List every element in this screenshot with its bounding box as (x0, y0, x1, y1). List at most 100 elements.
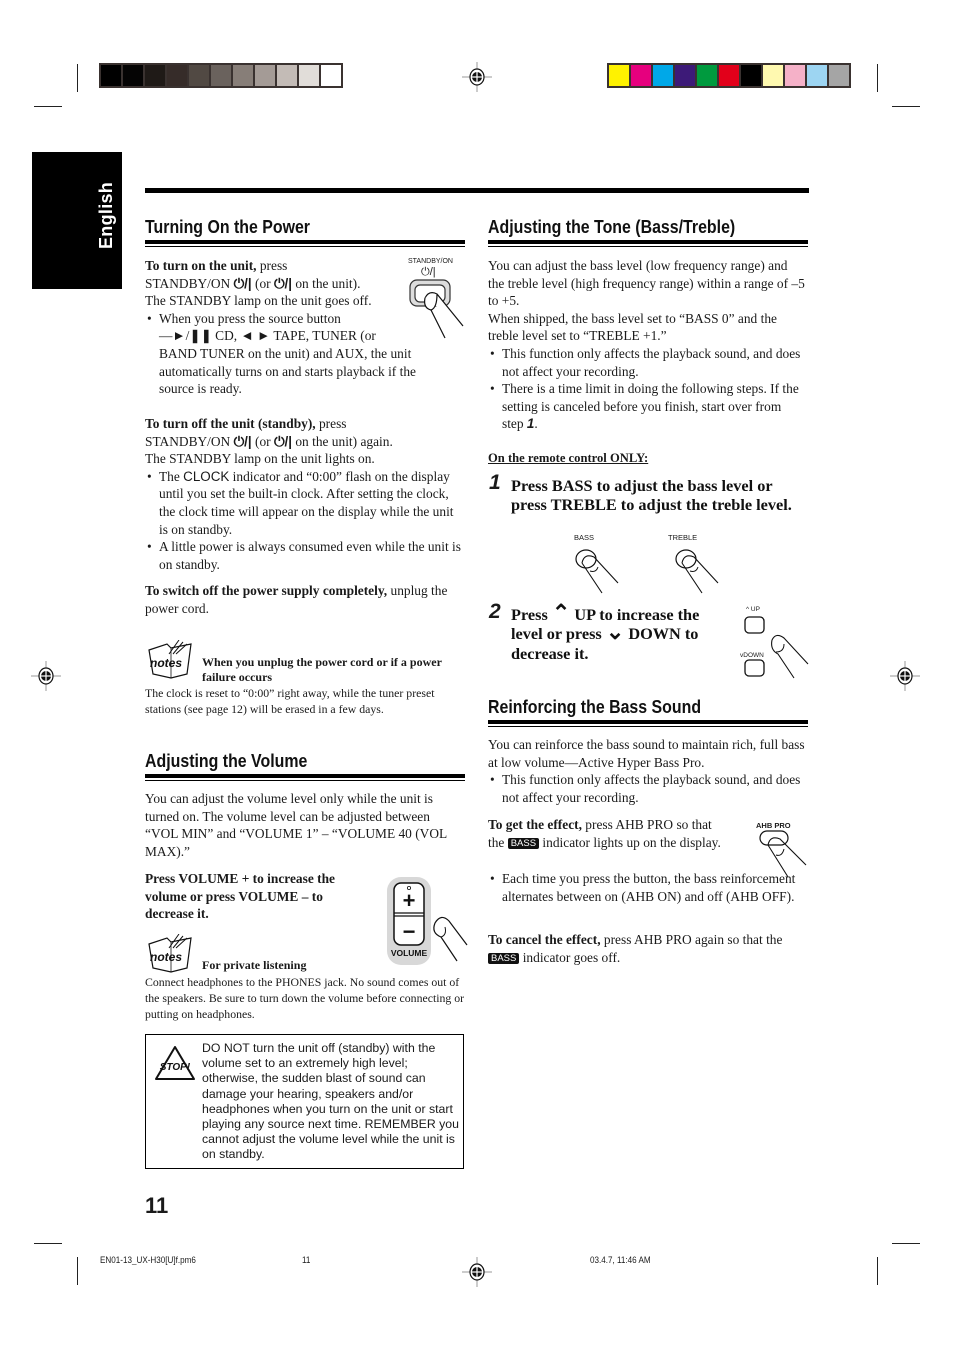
bullet-item: A little power is always consumed even w… (145, 538, 465, 573)
color-swatch (189, 65, 209, 86)
up-arrow-icon: ⌃ (551, 600, 571, 625)
crop-mark (77, 64, 78, 92)
text: press (315, 416, 347, 431)
text: The STANDBY lamp on the unit goes off. (145, 293, 372, 309)
color-swatch (123, 65, 143, 86)
turn-off-lead: To turn off the unit (standby), (145, 416, 316, 431)
svg-text:VOLUME: VOLUME (391, 948, 428, 958)
up-down-button-illustration (744, 616, 809, 679)
text: (or (251, 433, 274, 449)
bass-button-label: BASS (574, 533, 595, 542)
text: indicator lights up on the display. (539, 834, 721, 850)
step-text: Press BASS to adjust the bass level or p… (511, 476, 792, 515)
standby-label: STANDBY/ON (408, 258, 453, 265)
volume-intro: You can adjust the volume level only whi… (145, 791, 447, 859)
bass-intro: You can reinforce the bass sound to main… (488, 736, 808, 806)
svg-text:+: + (403, 888, 416, 913)
notes-title: When you unplug the power cord or if a p… (202, 655, 442, 684)
text: . (534, 416, 538, 432)
standby-symbol: ⏻/| (233, 433, 252, 449)
step-number: 1 (489, 471, 501, 494)
text: UP (750, 606, 760, 613)
color-swatch (145, 65, 165, 86)
standby-symbol: ⏻/| (233, 275, 252, 291)
power-turn-off-text: To turn off the unit (standby), press ST… (145, 415, 465, 618)
text: —►/❚❚ CD, ◄ ► TAPE, TUNER (or (159, 328, 376, 344)
standby-symbol: ⏻/| (273, 433, 293, 449)
color-swatch (233, 65, 253, 86)
color-swatch (167, 65, 187, 86)
crop-mark (77, 1257, 78, 1285)
color-swatch (653, 65, 673, 86)
warning-text: DO NOT turn the unit off (standby) with … (202, 1041, 459, 1162)
color-swatch (631, 65, 651, 86)
registration-mark-icon (31, 661, 61, 691)
bass-get-effect: To get the effect, press AHB PRO so that… (488, 816, 728, 851)
language-tab: English (32, 152, 122, 289)
step-number: 2 (489, 600, 501, 623)
svg-text:notes: notes (150, 950, 182, 964)
text: Press (511, 605, 552, 624)
footer-file: EN01-13_UX-H30[U]f.pm6 (100, 1255, 196, 1265)
text: on the unit). (292, 275, 361, 291)
crop-mark (34, 1243, 62, 1244)
registration-mark-icon (890, 661, 920, 691)
treble-button-label: TREBLE (668, 533, 698, 542)
color-swatch (255, 65, 275, 86)
color-swatch (829, 65, 849, 86)
cancel-effect-lead: To cancel the effect, (488, 932, 601, 947)
section-heading-power: Turning On the Power (145, 216, 310, 237)
notes-title: For private listening (202, 958, 307, 972)
color-swatch (807, 65, 827, 86)
section-heading-tone: Adjusting the Tone (Bass/Treble) (488, 216, 736, 237)
notes-icon: notes (148, 934, 192, 973)
registration-mark-icon (462, 1257, 492, 1287)
color-swatch (741, 65, 761, 86)
bullet-item: The CLOCK indicator and “0:00” flash on … (145, 468, 465, 538)
text: The STANDBY lamp on the unit lights on. (145, 451, 375, 467)
text: source is ready. (159, 381, 242, 397)
crop-mark (877, 1257, 878, 1285)
chevron-up-icon: ^ (746, 606, 750, 613)
up-button-label: ^ UP (746, 606, 760, 613)
text: You can reinforce the bass sound to main… (488, 737, 805, 770)
color-swatch (719, 65, 739, 86)
notes-icon: notes (148, 640, 192, 679)
warning-box: STOP! DO NOT turn the unit off (standby)… (145, 1034, 464, 1169)
notes-body: Connect headphones to the PHONES jack. N… (145, 975, 465, 1021)
top-rule (145, 188, 809, 193)
color-swatch (101, 65, 121, 86)
svg-text:−: − (403, 919, 416, 944)
color-swatch (211, 65, 231, 86)
color-swatch (697, 65, 717, 86)
text: press (256, 258, 288, 273)
bass-cancel-effect: To cancel the effect, press AHB PRO agai… (488, 931, 810, 966)
notes-body: The clock is reset to “0:00” right away,… (145, 686, 435, 716)
color-swatch (299, 65, 319, 86)
power-turn-on-text: To turn on the unit, press STANDBY/ON ⏻/… (145, 257, 416, 398)
section-heading-volume: Adjusting the Volume (145, 750, 308, 771)
color-swatch (609, 65, 629, 86)
footer-timestamp: 03.4.7, 11:46 AM (590, 1255, 651, 1265)
stop-warning-icon: STOP! (155, 1046, 195, 1080)
svg-text:notes: notes (150, 656, 182, 670)
volume-instruction: Press VOLUME + to increase the volume or… (145, 871, 335, 922)
ahb-pro-button-illustration (759, 830, 807, 878)
process-color-bar (607, 63, 851, 88)
registration-mark-icon (462, 62, 492, 92)
volume-button-illustration: + − VOLUME (387, 877, 468, 965)
color-swatch (763, 65, 783, 86)
text: indicator goes off. (519, 949, 621, 965)
crop-mark (34, 106, 62, 107)
remote-only-label: On the remote control ONLY: (488, 451, 649, 465)
bass-indicator-badge: BASS (507, 837, 540, 849)
text: BAND TUNER on the unit) and AUX, the uni… (159, 345, 412, 361)
text: press AHB PRO again so that the (600, 932, 783, 947)
heading-rule (145, 774, 465, 781)
step-text: Press ⌃ UP to increase the level or pres… (511, 602, 731, 663)
text: (or (251, 275, 274, 291)
color-swatch (785, 65, 805, 86)
heading-rule (488, 720, 808, 727)
section-heading-bass: Reinforcing the Bass Sound (488, 696, 702, 717)
language-tab-label: English (96, 181, 116, 249)
